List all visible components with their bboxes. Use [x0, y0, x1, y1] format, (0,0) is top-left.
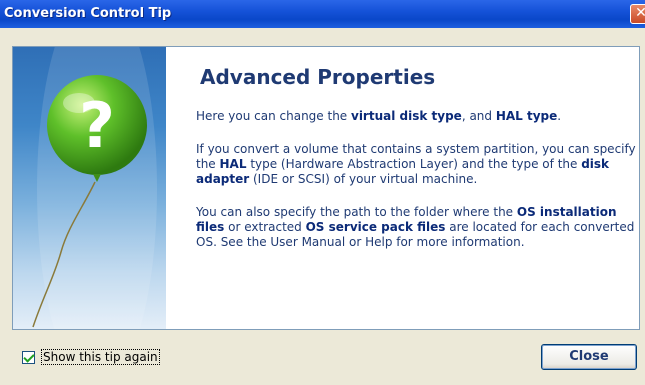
show-tip-checkbox[interactable]: Show this tip again	[22, 349, 160, 365]
close-button[interactable]: Close	[541, 344, 637, 370]
svg-text:?: ?	[79, 89, 115, 162]
tip-heading: Advanced Properties	[200, 65, 436, 89]
show-tip-label[interactable]: Show this tip again	[41, 349, 160, 365]
title-bar[interactable]: Conversion Control Tip ✕	[0, 0, 645, 28]
tip-paragraph-2: If you convert a volume that contains a …	[196, 142, 636, 186]
tip-paragraph-1: Here you can change the virtual disk typ…	[196, 109, 562, 123]
window-title: Conversion Control Tip	[4, 6, 172, 21]
tip-panel: ? Advanced Properties Here you can chang…	[12, 46, 640, 330]
close-icon: ✕	[635, 5, 645, 21]
question-balloon-icon: ?	[32, 47, 157, 329]
window-close-button[interactable]: ✕	[630, 4, 645, 24]
check-icon[interactable]	[22, 350, 35, 364]
tip-dialog: Conversion Control Tip ✕ ? Advanced Prop…	[0, 0, 645, 385]
tip-content: Advanced Properties Here you can change …	[196, 65, 636, 268]
tip-paragraph-3: You can also specify the path to the fol…	[196, 205, 635, 249]
sky-illustration: ?	[13, 47, 166, 329]
